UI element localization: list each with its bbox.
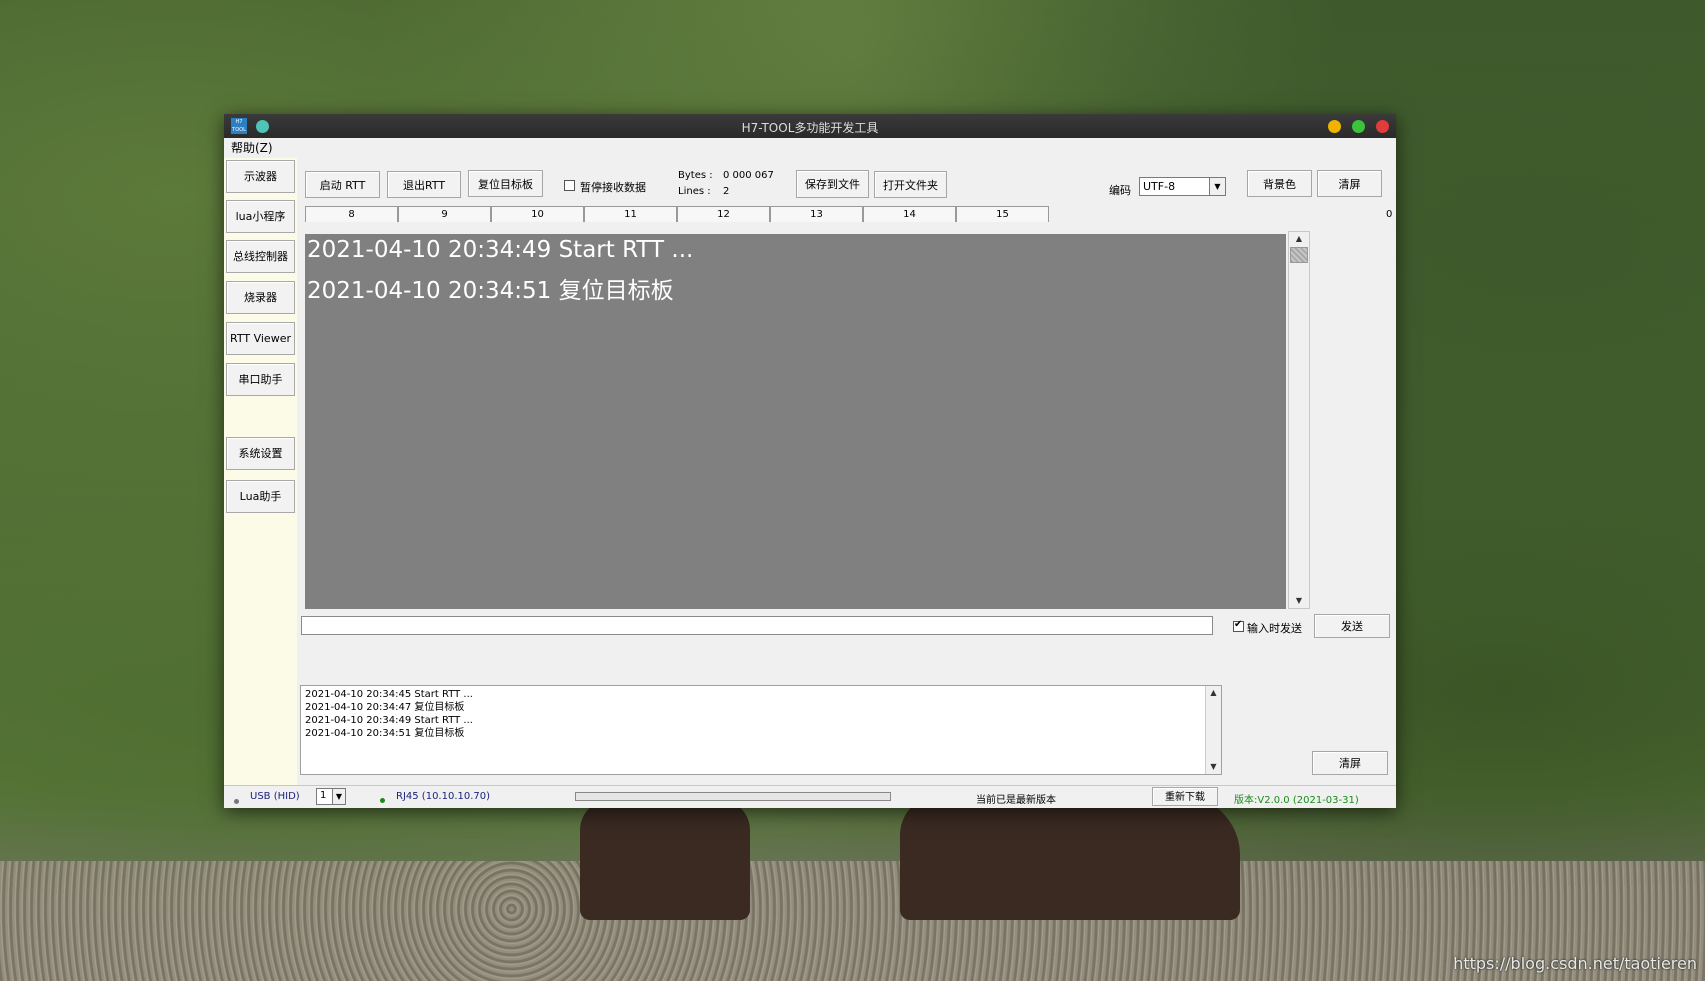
background-color-button[interactable]: 背景色 xyxy=(1247,170,1312,197)
window-title: H7-TOOL多功能开发工具 xyxy=(741,121,879,135)
lines-label: Lines : xyxy=(678,186,711,197)
log-line: 2021-04-10 20:34:47 复位目标板 xyxy=(305,702,465,713)
save-to-file-button[interactable]: 保存到文件 xyxy=(796,170,869,198)
status-bar: USB (HID) 1 ▼ RJ45 (10.10.10.70) 当前已是最新版… xyxy=(224,785,1396,808)
rtt-output-line: 2021-04-10 20:34:49 Start RTT ... xyxy=(307,237,694,263)
chevron-down-icon[interactable]: ▼ xyxy=(332,789,345,804)
redownload-button[interactable]: 重新下载 xyxy=(1152,787,1218,806)
sidebar-item-programmer[interactable]: 烧录器 xyxy=(226,281,295,314)
tab-15[interactable]: 15 xyxy=(956,206,1049,222)
port-value: 1 xyxy=(320,790,327,801)
lines-value: 2 xyxy=(723,186,730,197)
log-line: 2021-04-10 20:34:51 复位目标板 xyxy=(305,728,465,739)
sidebar-item-lua-assistant[interactable]: Lua助手 xyxy=(226,480,295,513)
sidebar-item-lua-program[interactable]: lua小程序 xyxy=(226,200,295,233)
rtt-output-line: 2021-04-10 20:34:51 复位目标板 xyxy=(307,278,674,304)
tab-12[interactable]: 12 xyxy=(677,206,770,222)
tab-10[interactable]: 10 xyxy=(491,206,584,222)
tab-8[interactable]: 8 xyxy=(305,206,398,222)
clear-screen-button[interactable]: 清屏 xyxy=(1317,170,1382,197)
sidebar-item-system-settings[interactable]: 系统设置 xyxy=(226,437,295,470)
background-gravel xyxy=(0,861,1705,981)
pause-receive-label: 暂停接收数据 xyxy=(580,181,646,194)
tab-11[interactable]: 11 xyxy=(584,206,677,222)
send-input[interactable] xyxy=(301,616,1213,635)
log-clear-button[interactable]: 清屏 xyxy=(1312,751,1388,775)
scroll-thumb[interactable] xyxy=(1290,247,1308,263)
log-panel[interactable]: 2021-04-10 20:34:45 Start RTT ... 2021-0… xyxy=(300,685,1222,775)
rj45-status-dot xyxy=(380,798,385,803)
rj45-status: RJ45 (10.10.10.70) xyxy=(396,791,491,802)
menu-bar: 帮助(Z) xyxy=(224,138,1396,158)
sidebar-item-rtt-viewer[interactable]: RTT Viewer xyxy=(226,322,295,355)
encoding-label: 编码 xyxy=(1109,184,1131,197)
sidebar-item-serial-assistant[interactable]: 串口助手 xyxy=(226,363,295,396)
send-on-input-label: 输入时发送 xyxy=(1247,622,1302,635)
pause-receive-checkbox[interactable] xyxy=(564,180,575,191)
menu-help[interactable]: 帮助(Z) xyxy=(231,141,273,155)
scroll-up-icon[interactable]: ▲ xyxy=(1289,232,1309,246)
tab-13[interactable]: 13 xyxy=(770,206,863,222)
encoding-select[interactable]: UTF-8 ▼ xyxy=(1139,177,1226,196)
title-bar[interactable]: H7 TOOL H7-TOOL多功能开发工具 xyxy=(224,114,1396,138)
bytes-label: Bytes : xyxy=(678,170,713,181)
app-window: H7 TOOL H7-TOOL多功能开发工具 帮助(Z) 示波器 lua小程序 … xyxy=(224,114,1396,808)
terminal-tabs: 8 9 10 11 12 13 14 15 xyxy=(305,206,1049,224)
log-line: 2021-04-10 20:34:45 Start RTT ... xyxy=(305,689,473,700)
scroll-down-icon[interactable]: ▼ xyxy=(1289,594,1309,608)
sidebar-item-bus-controller[interactable]: 总线控制器 xyxy=(226,240,295,273)
update-status-text: 当前已是最新版本 xyxy=(976,795,1056,806)
bytes-value: 0 000 067 xyxy=(723,170,774,181)
sidebar-item-oscilloscope[interactable]: 示波器 xyxy=(226,160,295,193)
port-select[interactable]: 1 ▼ xyxy=(316,788,346,805)
chevron-down-icon[interactable]: ▼ xyxy=(1209,178,1225,195)
bear-leg-right xyxy=(900,795,1240,920)
log-scrollbar[interactable]: ▲ ▼ xyxy=(1205,686,1221,774)
start-rtt-button[interactable]: 启动 RTT xyxy=(305,171,380,198)
scroll-up-icon[interactable]: ▲ xyxy=(1206,686,1221,700)
exit-rtt-button[interactable]: 退出RTT xyxy=(387,171,461,198)
send-on-input-checkbox[interactable] xyxy=(1233,619,1244,632)
encoding-value: UTF-8 xyxy=(1143,180,1176,193)
bear-leg-left xyxy=(580,800,750,920)
scroll-down-icon[interactable]: ▼ xyxy=(1206,760,1221,774)
tab-9[interactable]: 9 xyxy=(398,206,491,222)
reset-target-button[interactable]: 复位目标板 xyxy=(468,170,543,197)
log-line: 2021-04-10 20:34:49 Start RTT ... xyxy=(305,715,473,726)
maximize-button[interactable] xyxy=(1352,120,1365,133)
open-folder-button[interactable]: 打开文件夹 xyxy=(874,171,947,198)
watermark: https://blog.csdn.net/taotieren xyxy=(1453,954,1697,973)
usb-status-dot xyxy=(234,799,239,804)
send-button[interactable]: 发送 xyxy=(1314,614,1390,638)
version-text: 版本:V2.0.0 (2021-03-31) xyxy=(1234,795,1359,806)
minimize-button[interactable] xyxy=(1328,120,1341,133)
sidebar: 示波器 lua小程序 总线控制器 烧录器 RTT Viewer 串口助手 系统设… xyxy=(224,158,297,786)
rtt-output-display[interactable]: 2021-04-10 20:34:49 Start RTT ... 2021-0… xyxy=(305,234,1286,609)
close-button[interactable] xyxy=(1376,120,1389,133)
rtt-output-scrollbar[interactable]: ▲ ▼ xyxy=(1288,231,1310,609)
tab-14[interactable]: 14 xyxy=(863,206,956,222)
counter-right: 0 xyxy=(1386,209,1393,220)
usb-status: USB (HID) xyxy=(250,791,300,802)
download-progress-bar xyxy=(575,792,891,801)
